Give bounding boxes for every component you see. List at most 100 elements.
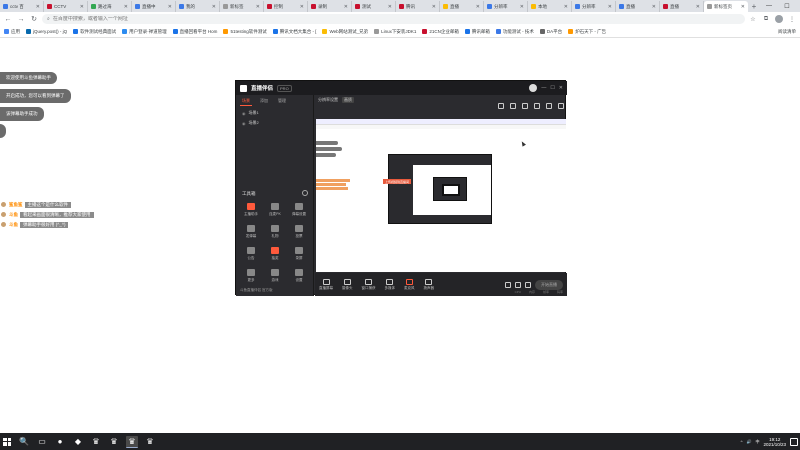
bookmark-item[interactable]: Linux下安装JDK1 — [374, 29, 416, 35]
window-capture-button[interactable]: 窗口捕获 — [362, 278, 376, 291]
quality-tab[interactable]: 画质 — [342, 97, 354, 103]
taskbar-app-icon[interactable]: ♛ — [108, 436, 120, 448]
layout-icon[interactable] — [498, 103, 504, 109]
tool-item[interactable]: 礼物 — [263, 225, 287, 239]
bookmark-item[interactable]: 软件测试经典面试 — [73, 29, 116, 35]
bookmark-item[interactable]: jQuery.post() - jQ — [26, 29, 67, 34]
bookmark-item[interactable]: 炉石天下 - 广告 — [568, 29, 606, 35]
close-icon[interactable]: ✕ — [80, 4, 84, 10]
profile-avatar[interactable] — [774, 14, 784, 24]
address-bar[interactable]: ⌕ — [42, 14, 745, 24]
close-icon[interactable]: ✕ — [212, 4, 216, 10]
bell-icon[interactable] — [546, 103, 552, 109]
star-icon[interactable]: ☆ — [748, 14, 758, 24]
reading-list[interactable]: 阅读清单 — [778, 29, 796, 35]
address-input[interactable] — [52, 16, 740, 22]
close-icon[interactable]: ✕ — [168, 4, 172, 10]
eye-icon[interactable]: ◉ — [242, 111, 246, 116]
eye-icon[interactable]: ◉ — [242, 121, 246, 126]
browser-tab[interactable]: 直播 ✕ — [616, 1, 660, 12]
reload-button[interactable]: ↻ — [29, 14, 39, 24]
browser-tab[interactable]: cctv 百 ✕ — [0, 1, 44, 12]
bookmark-item[interactable]: 功能测试 - 技术 — [495, 29, 534, 35]
bookmark-item[interactable]: 用户登录·禅道管理 — [122, 29, 167, 35]
microphone-button[interactable]: 麦克风 — [404, 278, 415, 291]
clock[interactable]: 19:12 2021/10/23 — [763, 437, 786, 447]
maximize-button[interactable]: ☐ — [778, 0, 796, 12]
browser-tab[interactable]: 分辨率 ✕ — [572, 1, 616, 12]
tool-item[interactable]: 连麦PK — [263, 203, 287, 217]
tool-item[interactable]: 录屏 — [287, 247, 311, 261]
notification-icon[interactable] — [790, 437, 798, 446]
close-icon[interactable]: ✕ — [388, 4, 392, 10]
gear-icon[interactable] — [525, 281, 531, 288]
video-icon[interactable] — [505, 281, 511, 288]
close-icon[interactable]: ✕ — [520, 4, 524, 10]
bookmark-item[interactable]: 直播回看平台 Hom — [172, 29, 217, 35]
taskbar-app-icon[interactable]: ● — [54, 436, 66, 448]
start-live-button[interactable]: 开始直播 — [535, 279, 563, 290]
browser-tab[interactable]: 直播中 ✕ — [132, 1, 176, 12]
browser-tab[interactable]: 直播 ✕ — [440, 1, 484, 12]
media-button[interactable]: 多媒体 — [385, 278, 395, 291]
taskbar-app-icon[interactable]: ♛ — [144, 436, 156, 448]
browser-tab[interactable]: 分辨率 ✕ — [484, 1, 528, 12]
browser-tab[interactable]: 新标签 ✕ — [220, 1, 264, 12]
share-icon[interactable] — [558, 103, 564, 109]
menu-icon[interactable]: ⋮ — [787, 14, 797, 24]
bookmark-item[interactable]: 腾讯邮箱 — [464, 29, 490, 35]
browser-tab[interactable]: 我的 ✕ — [176, 1, 220, 12]
tab-scene[interactable]: 场景 — [240, 97, 252, 106]
settings-icon[interactable] — [534, 103, 540, 109]
grid-icon[interactable] — [510, 103, 516, 109]
tool-item[interactable]: 投票 — [287, 225, 311, 239]
bookmark-item[interactable]: DA平台 — [539, 29, 562, 35]
tool-item[interactable]: 设置 — [287, 269, 311, 283]
scene-item[interactable]: ◉ 场景2 — [236, 118, 313, 128]
taskbar-app-icon[interactable]: ♛ — [90, 436, 102, 448]
close-icon[interactable]: ✕ — [256, 4, 260, 10]
start-button[interactable] — [2, 437, 12, 447]
tool-item[interactable]: 公告 — [239, 247, 263, 261]
browser-tab[interactable]: 路过海 ✕ — [88, 1, 132, 12]
record-icon[interactable] — [522, 103, 528, 109]
taskbar-app-icon[interactable]: 🔍 — [18, 436, 30, 448]
taskbar-app-icon[interactable]: ◆ — [72, 436, 84, 448]
tab-add[interactable]: 添加 — [258, 97, 270, 106]
browser-tab[interactable]: 本地 ✕ — [528, 1, 572, 12]
close-icon[interactable]: ✕ — [344, 4, 348, 10]
minimize-icon[interactable]: — — [541, 85, 546, 91]
volume-icon[interactable]: 🔊 — [746, 439, 751, 444]
close-icon[interactable]: ✕ — [559, 85, 563, 91]
tool-item[interactable]: 主播助手 — [239, 203, 263, 217]
bookmark-item[interactable]: 51testing软件测试 — [223, 29, 267, 35]
resolution-tab[interactable]: 分辨率设置 — [318, 97, 338, 103]
forward-button[interactable]: → — [16, 14, 26, 24]
browser-tab[interactable]: 控制 ✕ — [264, 1, 308, 12]
tool-item[interactable]: 抽奖 — [263, 247, 287, 261]
back-button[interactable]: ← — [3, 14, 13, 24]
user-avatar[interactable] — [529, 84, 538, 92]
tool-item[interactable]: 游戏 — [263, 269, 287, 283]
close-icon[interactable]: ✕ — [124, 4, 128, 10]
close-icon[interactable]: ✕ — [36, 4, 40, 10]
tray-expand-icon[interactable]: ^ — [741, 439, 743, 444]
tab-manage[interactable]: 管理 — [276, 97, 288, 106]
tool-item[interactable]: 弹幕设置 — [287, 203, 311, 217]
close-icon[interactable]: ✕ — [476, 4, 480, 10]
clock-icon[interactable] — [515, 281, 521, 288]
close-icon[interactable]: ✕ — [432, 4, 436, 10]
close-window-button[interactable]: ✕ — [796, 0, 800, 12]
scene-item[interactable]: ◉ 场景1 — [236, 108, 313, 118]
bookmark-item[interactable]: 应用 — [4, 29, 20, 35]
browser-tab[interactable]: 测试 ✕ — [352, 1, 396, 12]
browser-tab[interactable]: 直播 ✕ — [660, 1, 704, 12]
close-icon[interactable]: ✕ — [300, 4, 304, 10]
taskbar-app-icon[interactable]: ▭ — [36, 436, 48, 448]
stream-preview[interactable]: 上传视频到直播间 — [316, 119, 566, 272]
close-icon[interactable]: ✕ — [564, 4, 568, 10]
close-icon[interactable]: ✕ — [696, 4, 700, 10]
bookmark-item[interactable]: 21CN企业邮箱 — [422, 29, 459, 35]
browser-tab[interactable]: 腾讯 ✕ — [396, 1, 440, 12]
speaker-button[interactable]: 扬声器 — [424, 278, 434, 291]
